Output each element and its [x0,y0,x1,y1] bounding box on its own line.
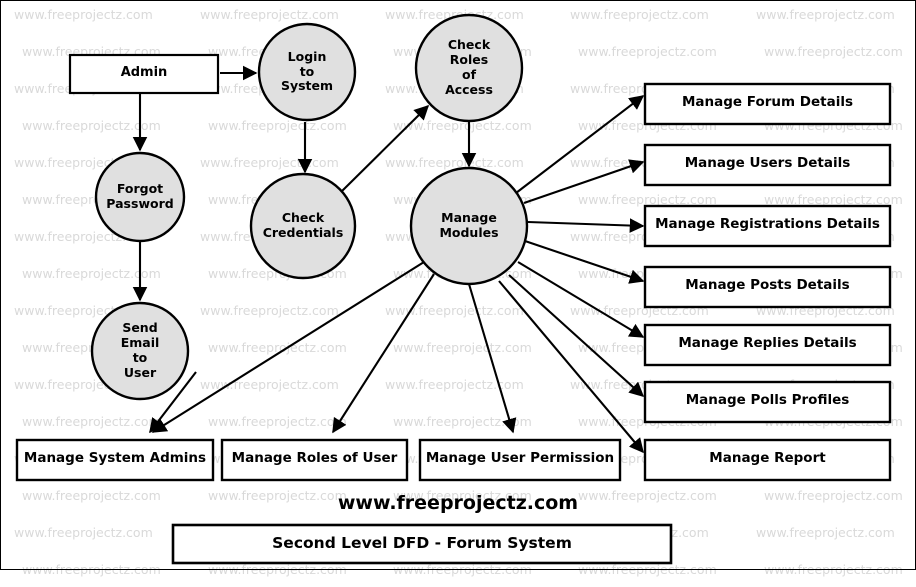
flow-manage-modules-to-manage-posts-details [524,240,645,284]
datastore-label-manage_registrations_details: Manage Registrations Details [655,216,880,232]
flow-manage-modules-to-manage-forum-details [515,95,645,194]
flow-arrows [132,65,645,454]
datastore-label-manage_report: Manage Report [709,450,826,466]
datastore-label-manage_roles_of_user: Manage Roles of User [231,450,398,466]
datastore-label-manage_forum_details: Manage Forum Details [682,94,853,110]
flow-manage-modules-to-manage-users-details [523,159,645,204]
flow-manage-modules-to-manage-system-admins [151,261,425,433]
datastore-label-manage_users_details: Manage Users Details [684,155,851,171]
dfd-diagram-canvas: www.freeprojectz.com www.freeprojectz.com… [0,0,916,587]
process-label-forgot_password: Forgot Password [106,181,174,211]
datastore-label-manage_polls_profiles: Manage Polls Profiles [685,392,850,408]
datastore-label-manage_user_permission: Manage User Permission [425,450,615,466]
flow-manage-modules-to-manage-registrations-details [527,218,645,233]
entity-label-admin: Admin [120,65,168,80]
process-label-check_roles: Check Roles of Access [445,37,493,97]
process-label-login_to_system: Login to System [280,48,334,94]
process-label-check_credentials: Check Credentials [262,210,344,240]
flow-check-credentials-to-check-roles [340,104,430,193]
flow-manage-modules-to-manage-user-permission [467,283,517,434]
brand-text: www.freeprojectz.com [337,492,579,514]
process-label-manage_modules: Manage Modules [439,210,499,240]
process-label-send_email: Send Email to User [120,320,160,380]
flow-manage-modules-to-manage-roles-of-user [332,273,435,434]
datastore-label-manage_posts_details: Manage Posts Details [685,277,850,293]
flow-manage-modules-to-manage-report [498,280,644,454]
datastore-label-manage_system_admins: Manage System Admins [23,450,207,466]
diagram-title-label: Second Level DFD - Forum System [272,534,572,552]
datastore-label-manage_replies_details: Manage Replies Details [678,335,857,351]
flow-manage-modules-to-manage-polls-profiles [508,274,645,397]
